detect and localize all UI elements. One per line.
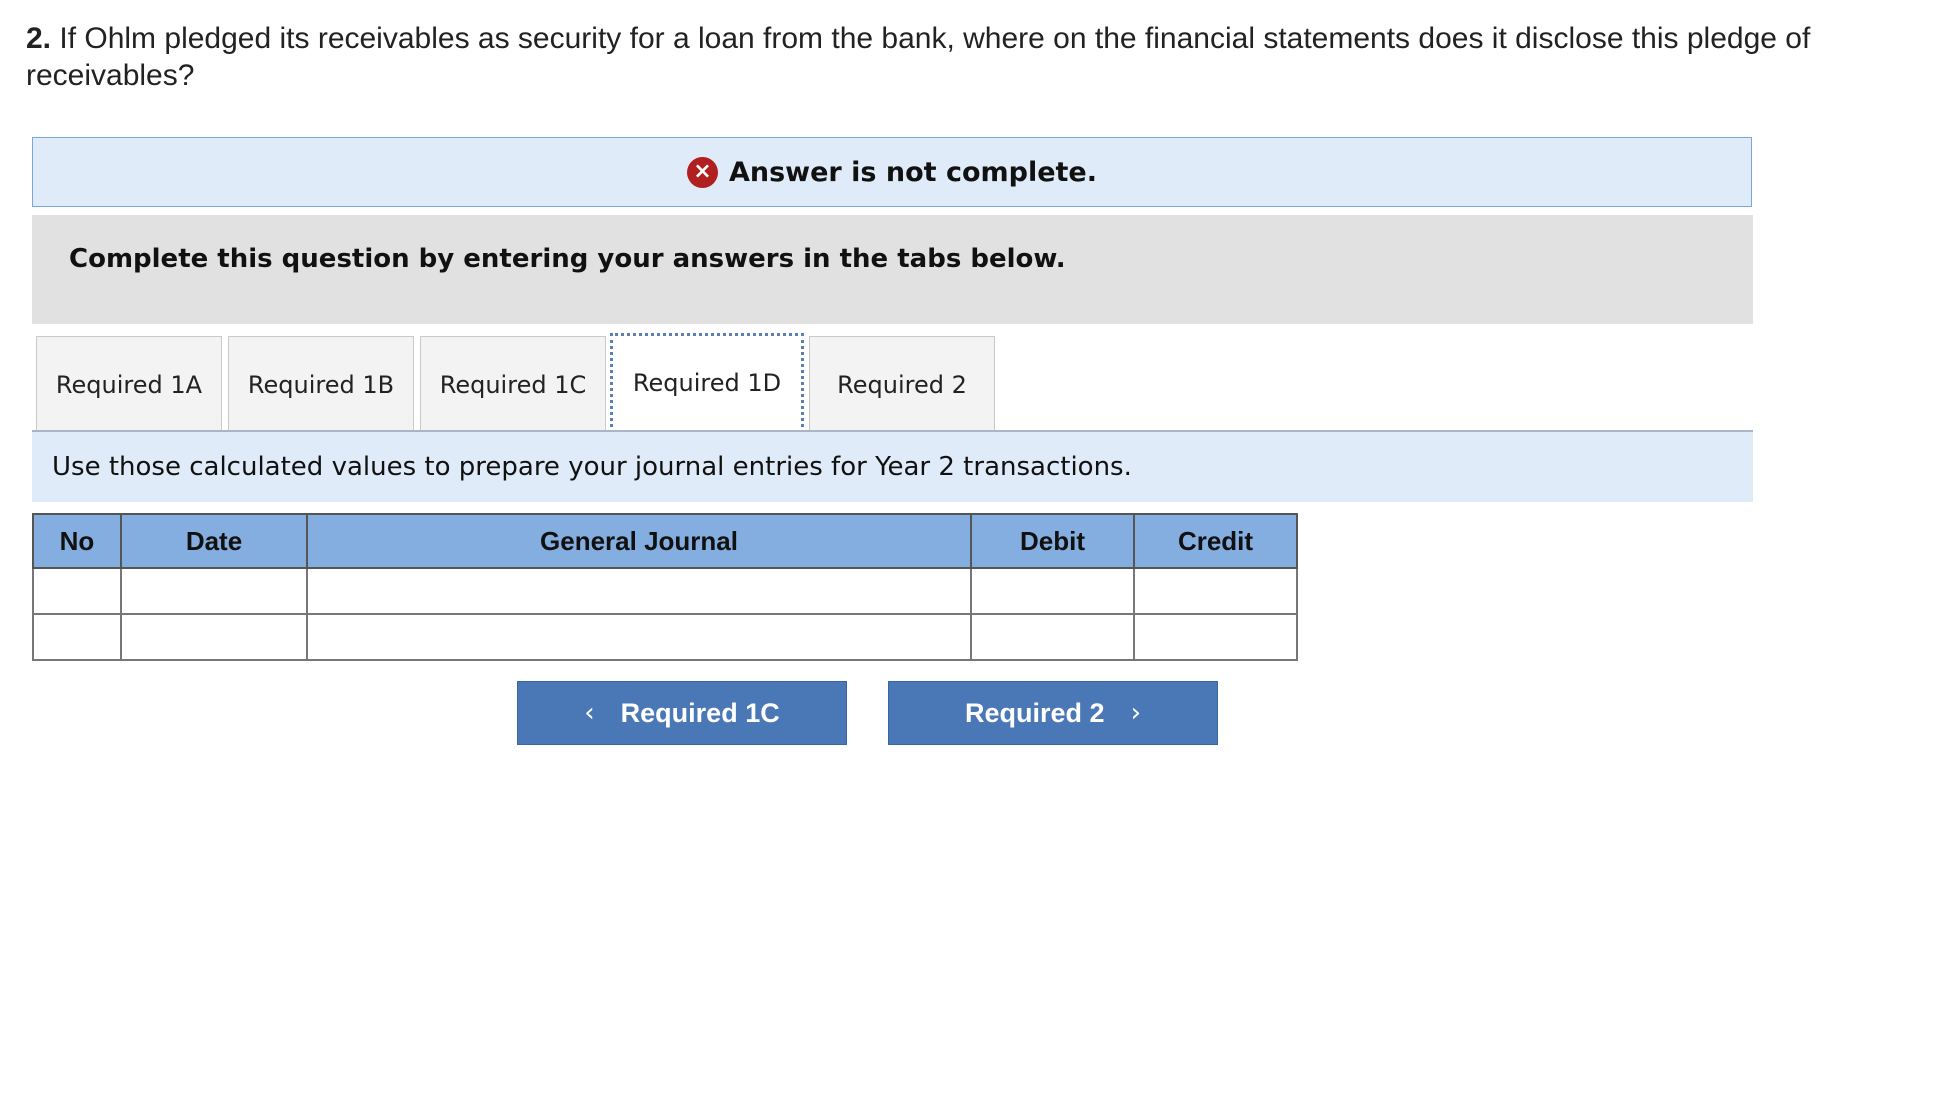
column-header-general-journal: General Journal [306, 513, 972, 569]
tab-required-1b[interactable]: Required 1B [228, 336, 414, 432]
question-body: If Ohlm pledged its receivables as secur… [26, 22, 1811, 92]
cell-no[interactable] [32, 567, 122, 615]
journal-table: No Date General Journal Debit Credit [32, 513, 1298, 661]
chevron-right-icon: › [1130, 698, 1141, 728]
answer-status-banner: × Answer is not complete. [32, 137, 1752, 207]
cell-general-journal[interactable] [306, 613, 972, 661]
question-number: 2. [26, 22, 52, 55]
cell-date[interactable] [120, 567, 308, 615]
column-header-no: No [32, 513, 122, 569]
cell-general-journal[interactable] [306, 567, 972, 615]
table-row [32, 567, 1298, 615]
column-header-debit: Debit [970, 513, 1135, 569]
answer-status-text: Answer is not complete. [728, 156, 1098, 188]
cell-credit[interactable] [1133, 567, 1298, 615]
chevron-left-icon: ‹ [584, 698, 595, 728]
cell-date[interactable] [120, 613, 308, 661]
next-tab-label: Required 2 [965, 697, 1105, 728]
journal-header-row: No Date General Journal Debit Credit [32, 513, 1298, 569]
cell-credit[interactable] [1133, 613, 1298, 661]
cell-no[interactable] [32, 613, 122, 661]
cell-debit[interactable] [970, 613, 1135, 661]
tab-required-1a[interactable]: Required 1A [36, 336, 222, 432]
table-row [32, 613, 1298, 661]
tab-required-2[interactable]: Required 2 [809, 336, 995, 432]
tab-instruction-text: Use those calculated values to prepare y… [52, 452, 1132, 482]
instruction-text: Complete this question by entering your … [69, 244, 1066, 274]
next-tab-button[interactable]: Required 2 › [888, 681, 1218, 745]
tab-required-1d[interactable]: Required 1D [610, 333, 804, 433]
prev-tab-label: Required 1C [620, 697, 780, 728]
instruction-panel: Complete this question by entering your … [32, 215, 1753, 324]
cell-debit[interactable] [970, 567, 1135, 615]
close-circle-icon: × [686, 156, 718, 188]
prev-tab-button[interactable]: ‹ Required 1C [517, 681, 847, 745]
tab-required-1c[interactable]: Required 1C [420, 336, 606, 432]
tab-instruction-band: Use those calculated values to prepare y… [32, 432, 1753, 502]
column-header-date: Date [120, 513, 308, 569]
question-text: 2. If Ohlm pledged its receivables as se… [26, 20, 1906, 94]
column-header-credit: Credit [1133, 513, 1298, 569]
